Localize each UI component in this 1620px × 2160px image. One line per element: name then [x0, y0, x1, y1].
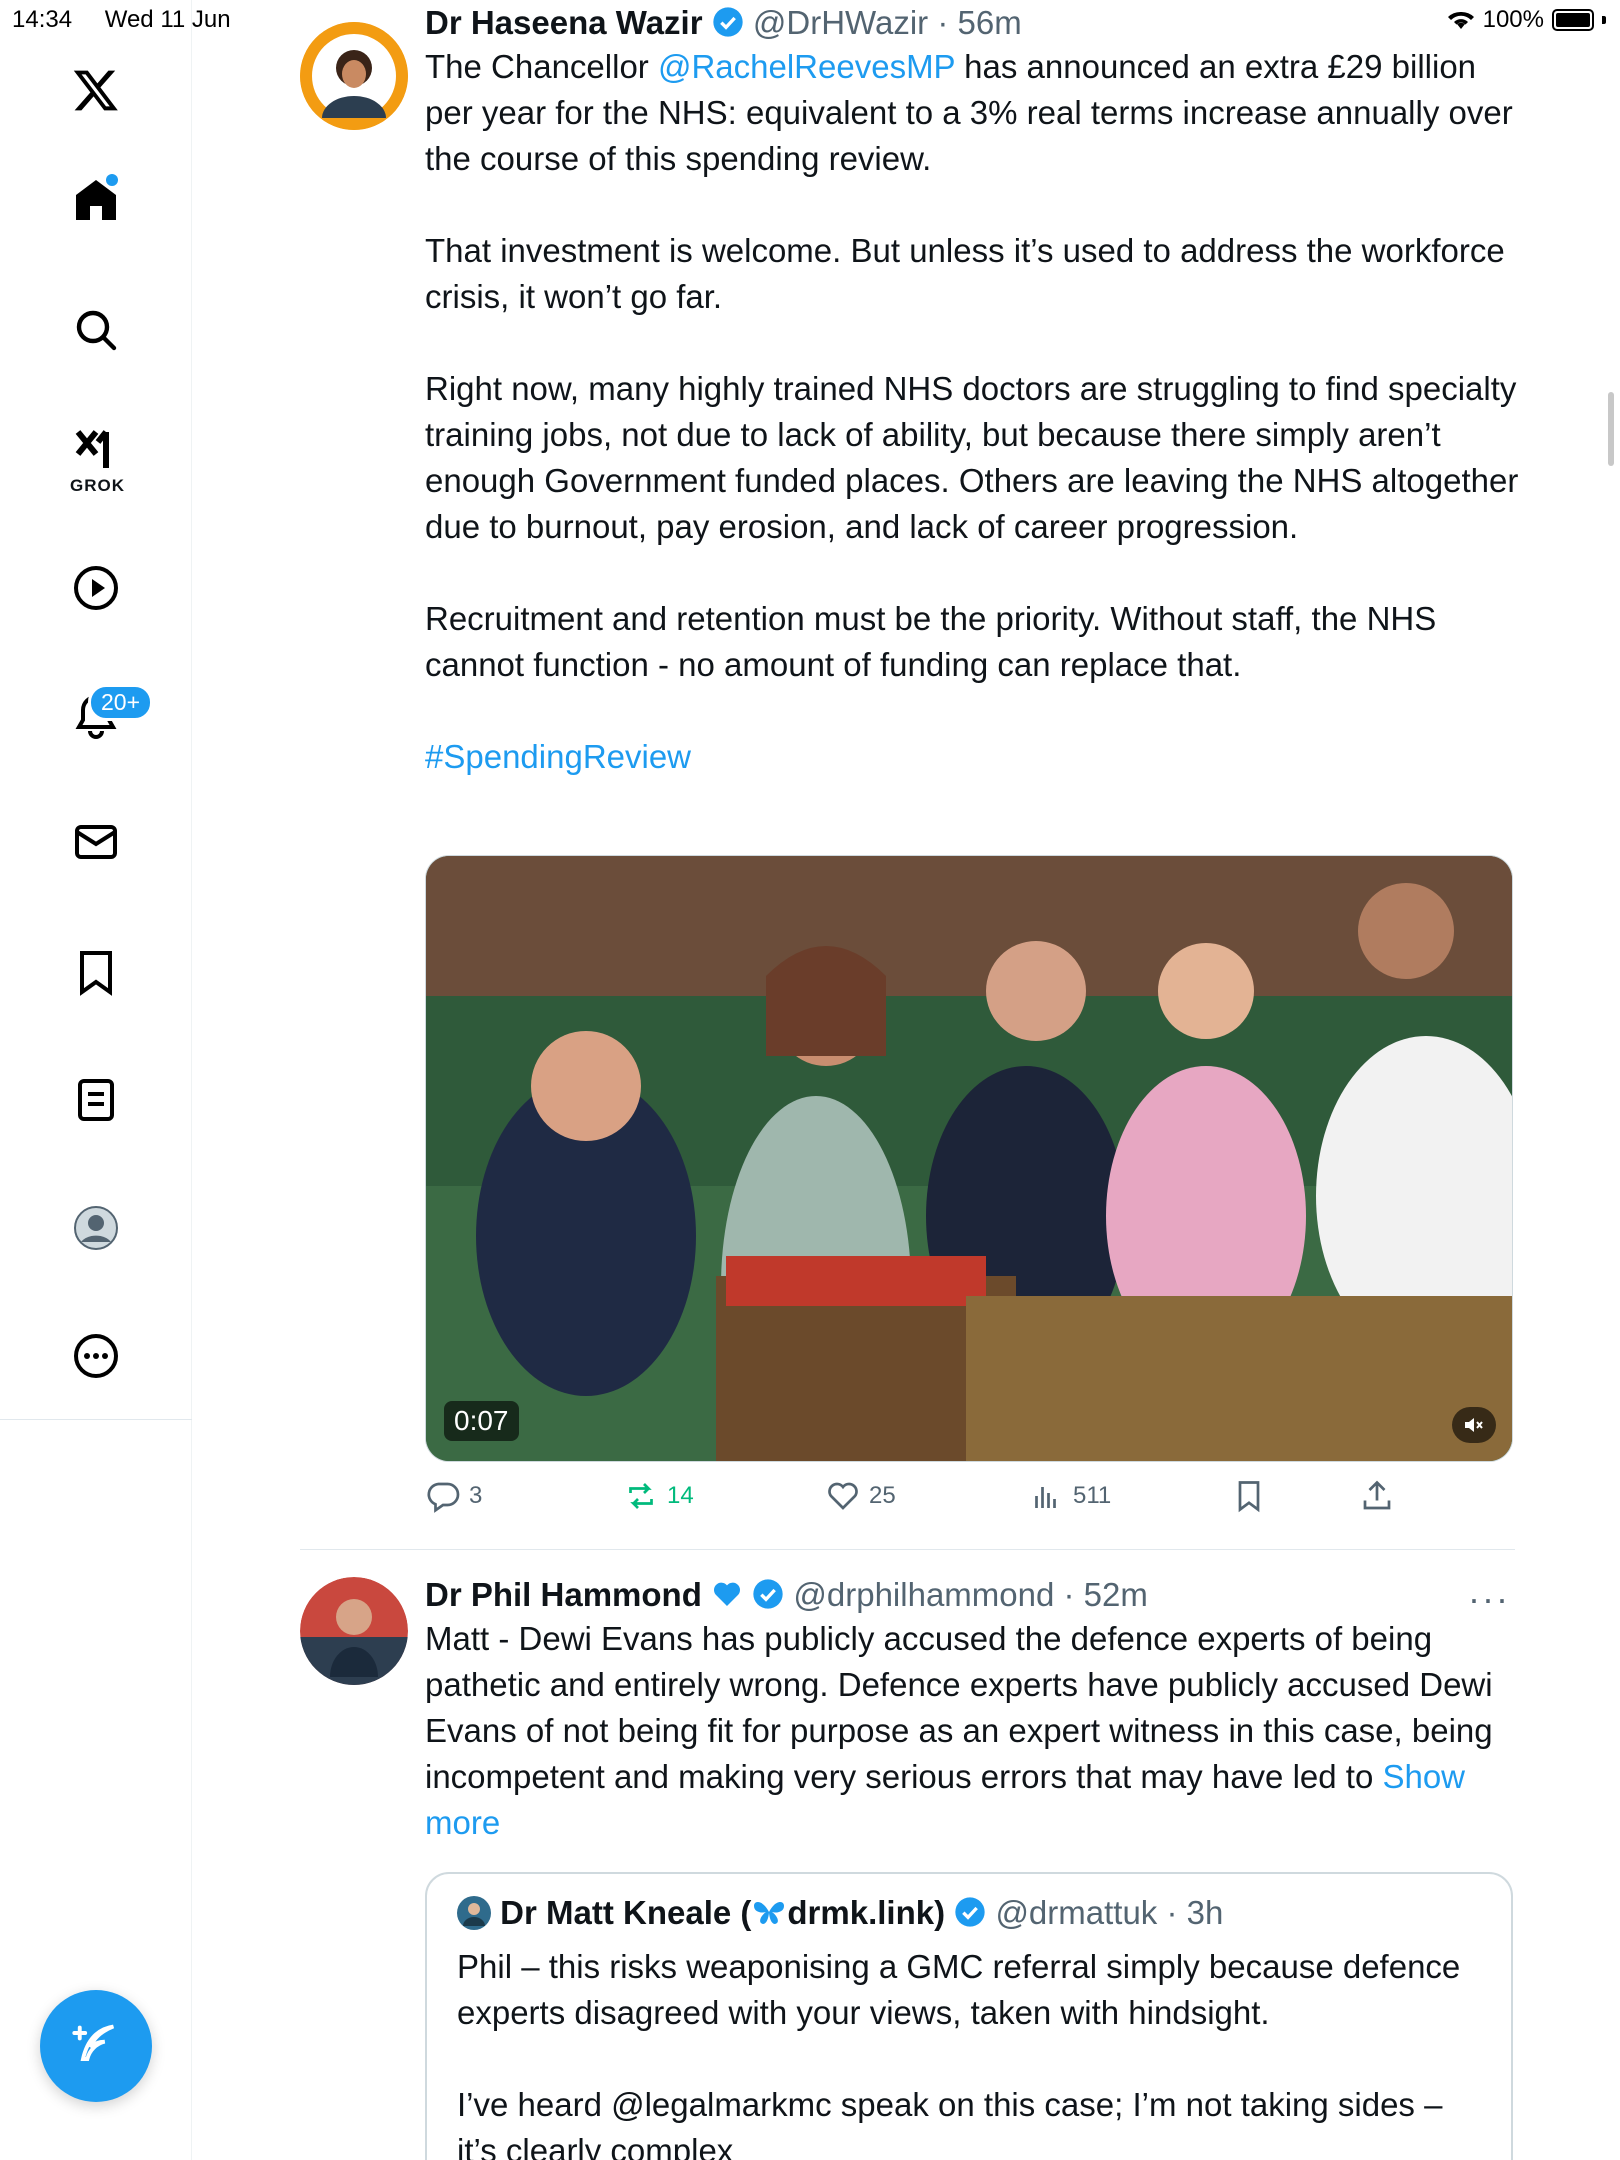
quote-author-link[interactable]: drmk.link) [787, 1894, 945, 1931]
tweet-paragraph: Right now, many highly trained NHS docto… [425, 370, 1519, 545]
tweet-paragraph: Recruitment and retention must be the pr… [425, 600, 1437, 683]
search-icon[interactable] [56, 290, 136, 370]
view-count: 511 [1073, 1482, 1112, 1509]
quote-handle[interactable]: @drmattuk [995, 1894, 1157, 1931]
mention-link[interactable]: @RachelReevesMP [658, 48, 955, 85]
quote-paragraph: I’ve heard @legalmarkmc speak on this ca… [457, 2086, 1443, 2160]
compose-post-button[interactable] [40, 1990, 152, 2102]
verified-badge-icon [753, 1579, 783, 1609]
butterfly-icon [754, 1902, 785, 1924]
like-button[interactable]: 25 [825, 1478, 896, 1514]
unread-dot [106, 174, 118, 186]
avatar-haseena[interactable] [300, 22, 408, 130]
tweet-phil[interactable]: Dr Phil Hammond @drphilhammond · 52m Mat… [425, 1576, 1525, 1846]
sidebar-divider [0, 1419, 192, 1420]
post-time[interactable]: 52m [1084, 1576, 1148, 1613]
bookmark-icon [1238, 1481, 1260, 1513]
quote-avatar[interactable] [457, 1896, 491, 1930]
video-icon[interactable] [56, 548, 136, 628]
video-duration: 0:07 [444, 1401, 519, 1441]
author-name[interactable]: Dr Haseena Wazir [425, 4, 703, 41]
messages-icon[interactable] [56, 802, 136, 882]
post-time[interactable]: 56m [957, 4, 1021, 41]
quoted-tweet[interactable]: Dr Matt Kneale (drmk.link) @drmattuk · 3… [425, 1872, 1513, 2160]
quote-paragraph: Phil – this risks weaponising a GMC refe… [457, 1948, 1461, 2031]
tweet-header: Dr Haseena Wazir @DrHWazir · 56m [425, 4, 1022, 41]
sidebar: GROK 20+ [0, 0, 192, 2160]
share-button[interactable] [1359, 1478, 1395, 1514]
tweet-paragraph: That investment is welcome. But unless i… [425, 232, 1505, 315]
quote-header: Dr Matt Kneale (drmk.link) @drmattuk · 3… [457, 1894, 1481, 1932]
bookmarks-icon[interactable] [56, 932, 136, 1012]
more-options-icon[interactable] [56, 1316, 136, 1396]
scroll-indicator[interactable] [1608, 392, 1614, 466]
author-handle[interactable]: @drphilhammond [793, 1576, 1054, 1613]
repost-button[interactable]: 14 [623, 1478, 694, 1514]
author-handle[interactable]: @DrHWazir [753, 4, 928, 41]
blue-heart-icon [714, 1582, 741, 1606]
tweet-header: Dr Phil Hammond @drphilhammond · 52m [425, 1576, 1148, 1613]
more-options-button[interactable]: ··· [1468, 1578, 1510, 1620]
quote-author-name[interactable]: Dr Matt Kneale ( [500, 1894, 751, 1931]
repost-icon [629, 1483, 653, 1509]
heart-icon [828, 1482, 858, 1510]
compose-feather-icon [72, 2024, 115, 2061]
tweet-separator [300, 1549, 1515, 1550]
reply-button[interactable]: 3 [425, 1478, 482, 1514]
repost-count: 14 [667, 1482, 694, 1509]
battery-icon [1552, 9, 1594, 31]
quote-time[interactable]: 3h [1187, 1894, 1224, 1931]
articles-icon[interactable] [56, 1060, 136, 1140]
video-thumbnail [426, 856, 1512, 1461]
tweet-body: Matt - Dewi Evans has publicly accused t… [425, 1620, 1493, 1841]
tweet-paragraph: The Chancellor @RachelReevesMP has annou… [425, 48, 1513, 177]
avatar-phil[interactable] [300, 1577, 408, 1685]
x-logo-icon[interactable] [56, 50, 136, 130]
share-icon [1363, 1480, 1391, 1510]
verified-badge-icon [955, 1897, 985, 1927]
reply-count: 3 [469, 1482, 483, 1509]
views-button[interactable]: 511 [1029, 1478, 1111, 1514]
verified-badge-icon [713, 7, 743, 37]
tweet-actions: 3 14 25 511 [425, 1478, 1485, 1526]
tweet-body: The Chancellor @RachelReevesMP has annou… [425, 44, 1525, 780]
reply-icon [427, 1482, 460, 1513]
home-icon[interactable] [56, 160, 136, 240]
bookmark-button[interactable] [1231, 1478, 1267, 1514]
views-chart-icon [1035, 1487, 1056, 1508]
hashtag-link[interactable]: #SpendingReview [425, 734, 1525, 780]
notification-badge: 20+ [88, 684, 154, 721]
tweet-haseena[interactable]: Dr Haseena Wazir @DrHWazir · 56m The Cha… [425, 4, 1525, 826]
video-player[interactable]: 0:07 [425, 855, 1513, 1462]
like-count: 25 [869, 1482, 896, 1509]
grok-label: GROK [70, 476, 125, 495]
profile-icon[interactable] [56, 1188, 136, 1268]
mute-button[interactable] [1452, 1407, 1496, 1443]
muted-speaker-icon [1465, 1418, 1483, 1432]
author-name[interactable]: Dr Phil Hammond [425, 1576, 702, 1613]
quote-body: Phil – this risks weaponising a GMC refe… [457, 1944, 1481, 2160]
